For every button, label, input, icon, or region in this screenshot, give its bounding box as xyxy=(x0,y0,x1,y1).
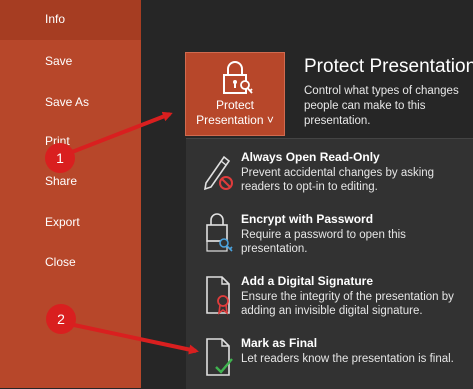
callout-arrow-1 xyxy=(71,111,173,154)
callout-arrow-2 xyxy=(73,323,199,355)
callout-badge-1: 1 xyxy=(45,143,75,173)
callout-badge-2: 2 xyxy=(46,304,76,334)
